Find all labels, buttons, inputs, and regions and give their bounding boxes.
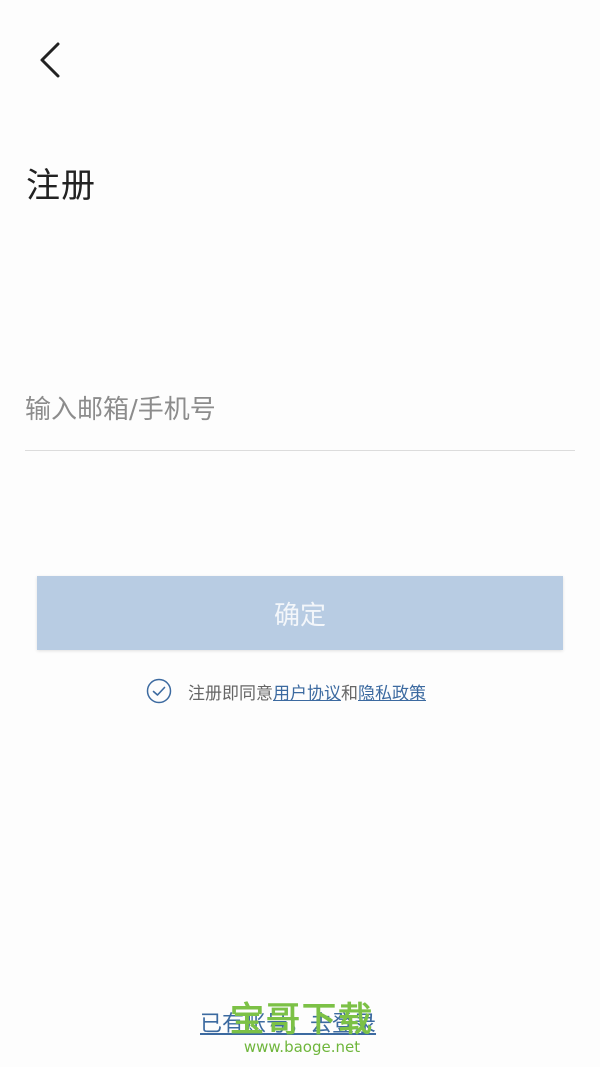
privacy-policy-link[interactable]: 隐私政策: [358, 679, 426, 704]
user-agreement-link[interactable]: 用户协议: [273, 679, 341, 704]
confirm-button[interactable]: 确定: [37, 576, 563, 650]
back-button[interactable]: [30, 36, 74, 84]
chevron-left-icon: [40, 42, 60, 78]
agreement-row: 注册即同意 用户协议 和 隐私政策: [146, 678, 426, 704]
page-title: 注册: [26, 166, 96, 206]
agreement-prefix: 注册即同意: [188, 683, 273, 704]
login-link[interactable]: 已有账号，去登录: [200, 1006, 376, 1038]
account-input[interactable]: [25, 384, 575, 436]
account-field-container: [25, 384, 575, 451]
check-circle-icon[interactable]: [146, 678, 172, 704]
agreement-and: 和: [341, 683, 358, 704]
watermark-url: www.baoge.net: [243, 1038, 361, 1056]
